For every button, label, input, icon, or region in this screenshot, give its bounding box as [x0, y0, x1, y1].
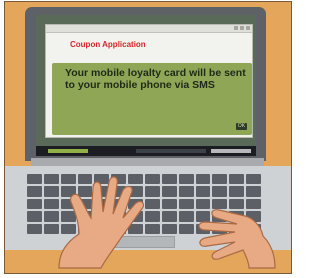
- taskbar-tray: [211, 149, 251, 153]
- illustration-scene: Coupon Application Your mobile loyalty c…: [0, 0, 296, 278]
- page-title: Coupon Application: [70, 40, 146, 49]
- key[interactable]: [27, 223, 42, 234]
- key[interactable]: [27, 211, 42, 222]
- message-text: Your mobile loyalty card will be sent to…: [65, 67, 246, 91]
- close-icon[interactable]: [246, 26, 250, 30]
- right-hand-illustration: [198, 209, 276, 269]
- taskbar-segment: [136, 149, 206, 153]
- taskbar: [36, 146, 256, 156]
- message-panel: Your mobile loyalty card will be sent to…: [52, 63, 252, 135]
- ok-button[interactable]: OK: [236, 123, 247, 130]
- window-controls: [234, 26, 250, 30]
- app-window: Coupon Application Your mobile loyalty c…: [45, 24, 253, 138]
- orange-frame: Coupon Application Your mobile loyalty c…: [4, 1, 292, 274]
- key[interactable]: [27, 174, 42, 185]
- maximize-icon[interactable]: [240, 26, 244, 30]
- key[interactable]: [27, 198, 42, 210]
- window-titlebar: [46, 25, 252, 33]
- left-hand-illustration: [58, 176, 145, 269]
- key[interactable]: [27, 186, 42, 197]
- minimize-icon[interactable]: [234, 26, 238, 30]
- taskbar-progress: [48, 149, 88, 153]
